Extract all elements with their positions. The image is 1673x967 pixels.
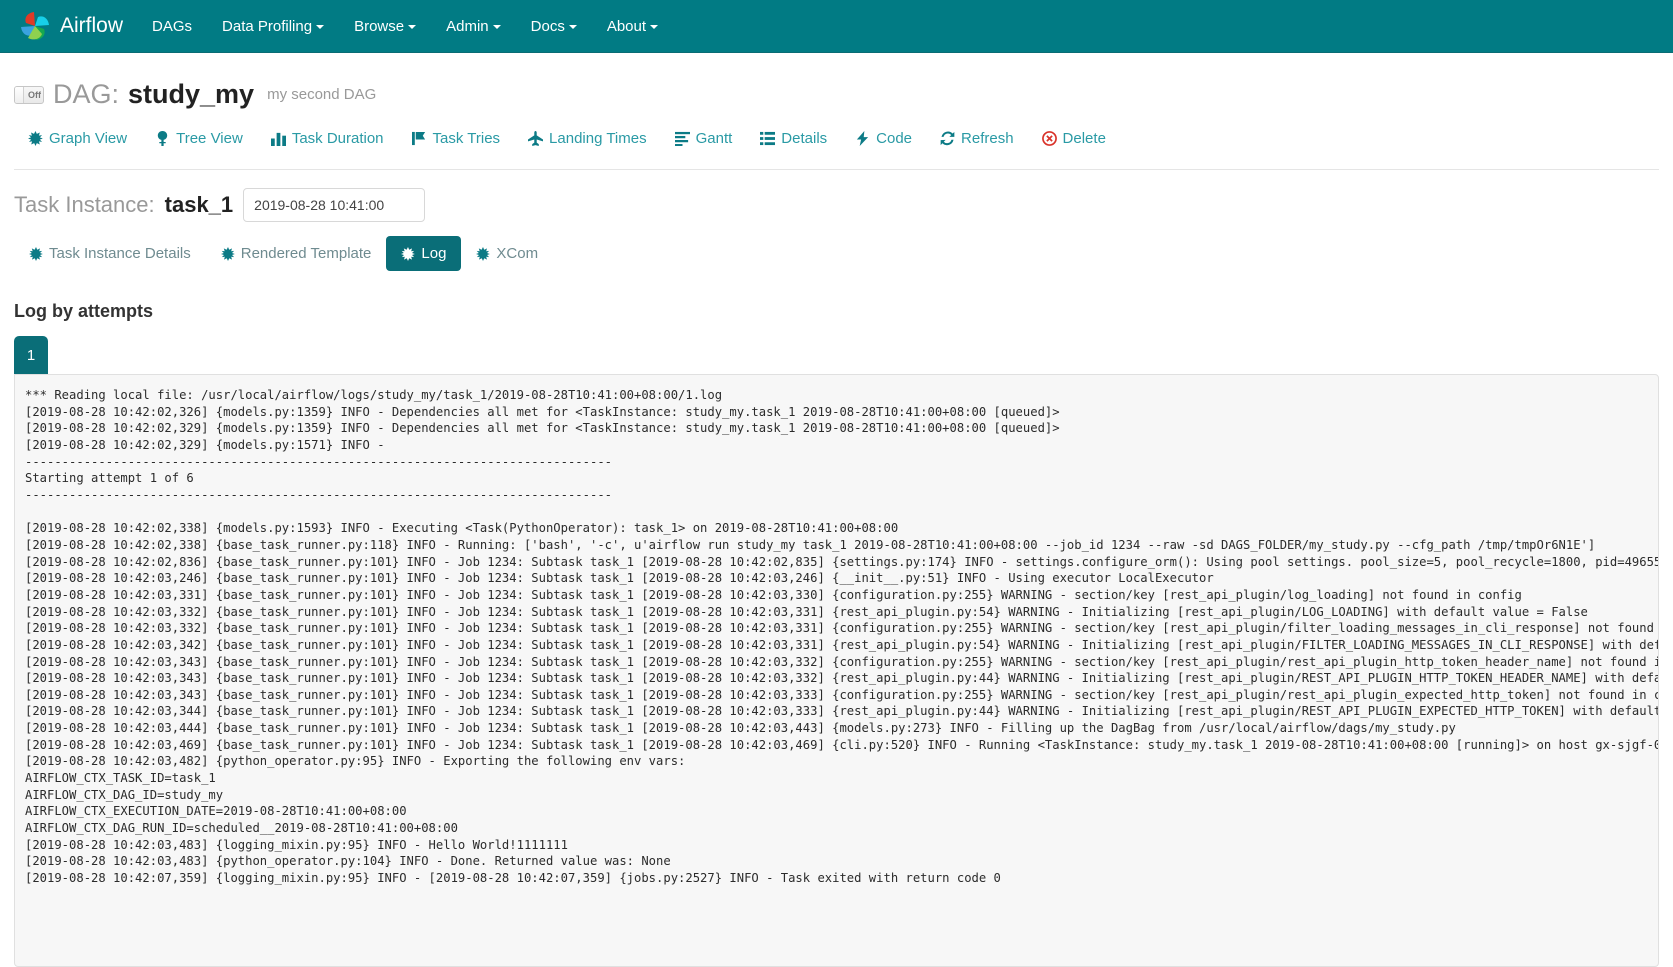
tab-label: Graph View (49, 130, 128, 147)
nav-item-label: Data Profiling (222, 17, 313, 35)
tab-label: Task Tries (432, 130, 501, 147)
task-instance-header: Task Instance: task_1 (14, 170, 1659, 222)
chevron-down-icon (408, 24, 417, 29)
tab-xcom[interactable]: XCom (461, 236, 553, 271)
tab-label: Landing Times (549, 130, 647, 147)
chevron-down-icon (492, 24, 501, 29)
airflow-brand-link[interactable]: Airflow (12, 9, 137, 43)
nav-item-label: Docs (530, 17, 565, 35)
asterisk-icon (401, 246, 416, 261)
tab-gantt[interactable]: Gantt (661, 124, 747, 153)
subtab-label: Rendered Template (240, 245, 372, 262)
tab-label: Delete (1062, 130, 1106, 147)
dag-description: my second DAG (267, 86, 377, 103)
tab-task-tries[interactable]: Task Tries (398, 124, 515, 153)
nav-item-label: Admin (446, 17, 489, 35)
nav-item-data-profiling[interactable]: Data Profiling (207, 0, 339, 53)
nav-item-label: About (606, 17, 647, 35)
nav-item-admin[interactable]: Admin (431, 0, 516, 53)
tab-rendered-template[interactable]: Rendered Template (206, 236, 387, 271)
tab-refresh[interactable]: Refresh (926, 124, 1028, 153)
toggle-knob (15, 86, 24, 103)
nav-item-label: Browse (354, 17, 405, 35)
tree-icon (155, 131, 170, 146)
task-instance-label: Task Instance: (14, 192, 155, 217)
dag-pause-toggle[interactable]: Off (14, 85, 44, 104)
list-icon (760, 131, 776, 146)
tab-details[interactable]: Details (746, 124, 841, 153)
tab-label: Task Duration (291, 130, 384, 147)
tab-label: Refresh (961, 130, 1014, 147)
navbar-menu: DAGs Data Profiling Browse Admin Docs Ab… (137, 0, 673, 53)
delete-circle-icon (1041, 131, 1057, 146)
dag-view-tabs: Graph View Tree View Task Duration Task … (14, 124, 1659, 155)
tab-delete[interactable]: Delete (1028, 124, 1120, 153)
asterisk-icon (29, 246, 43, 261)
log-text: *** Reading local file: /usr/local/airfl… (25, 388, 1658, 886)
dag-header: Off DAG: study_my my second DAG (14, 53, 1659, 110)
bolt-icon (855, 131, 870, 146)
log-output-panel[interactable]: *** Reading local file: /usr/local/airfl… (14, 374, 1659, 967)
tab-label: Gantt (695, 130, 733, 147)
execution-date-input[interactable] (243, 188, 426, 222)
plane-icon (528, 131, 544, 146)
tab-label: Code (876, 130, 913, 147)
asterisk-icon (28, 131, 43, 146)
tab-task-duration[interactable]: Task Duration (257, 124, 398, 153)
nav-item-about[interactable]: About (592, 0, 673, 53)
task-instance-tabs: Task Instance Details Rendered Template … (14, 236, 1659, 271)
subtab-label: Log (421, 245, 447, 262)
top-navbar: Airflow DAGs Data Profiling Browse Admin… (0, 0, 1673, 53)
chevron-down-icon (650, 24, 659, 29)
nav-item-label: DAGs (152, 17, 193, 35)
tab-label: Tree View (176, 130, 243, 147)
tab-landing-times[interactable]: Landing Times (514, 124, 661, 153)
refresh-icon (940, 131, 955, 146)
dag-prefix-label: DAG: (53, 79, 120, 109)
subtab-label: XCom (496, 245, 539, 262)
nav-item-browse[interactable]: Browse (339, 0, 431, 53)
toggle-state-label: Off (28, 89, 41, 100)
bar-chart-icon (270, 131, 286, 146)
asterisk-icon (220, 246, 235, 261)
chevron-down-icon (316, 24, 325, 29)
flag-icon (411, 131, 427, 146)
page-container: Off DAG: study_my my second DAG Graph Vi… (0, 53, 1673, 967)
align-left-icon (674, 131, 690, 146)
log-attempt-tab-1[interactable]: 1 (14, 336, 48, 374)
tab-log[interactable]: Log (386, 236, 462, 271)
tab-tree-view[interactable]: Tree View (141, 124, 257, 153)
airflow-pinwheel-logo-icon (18, 9, 52, 43)
page-title: study_my (128, 79, 255, 109)
task-instance-name: task_1 (164, 192, 234, 217)
nav-item-docs[interactable]: Docs (516, 0, 592, 53)
tab-graph-view[interactable]: Graph View (14, 124, 141, 153)
nav-item-dags[interactable]: DAGs (137, 0, 207, 53)
tab-label: Details (781, 130, 828, 147)
subtab-label: Task Instance Details (49, 245, 191, 262)
log-by-attempts-heading: Log by attempts (14, 301, 154, 321)
tab-task-instance-details[interactable]: Task Instance Details (14, 236, 206, 271)
tab-code[interactable]: Code (841, 124, 926, 153)
asterisk-icon (476, 246, 491, 261)
brand-label: Airflow (60, 14, 124, 37)
chevron-down-icon (568, 24, 577, 29)
